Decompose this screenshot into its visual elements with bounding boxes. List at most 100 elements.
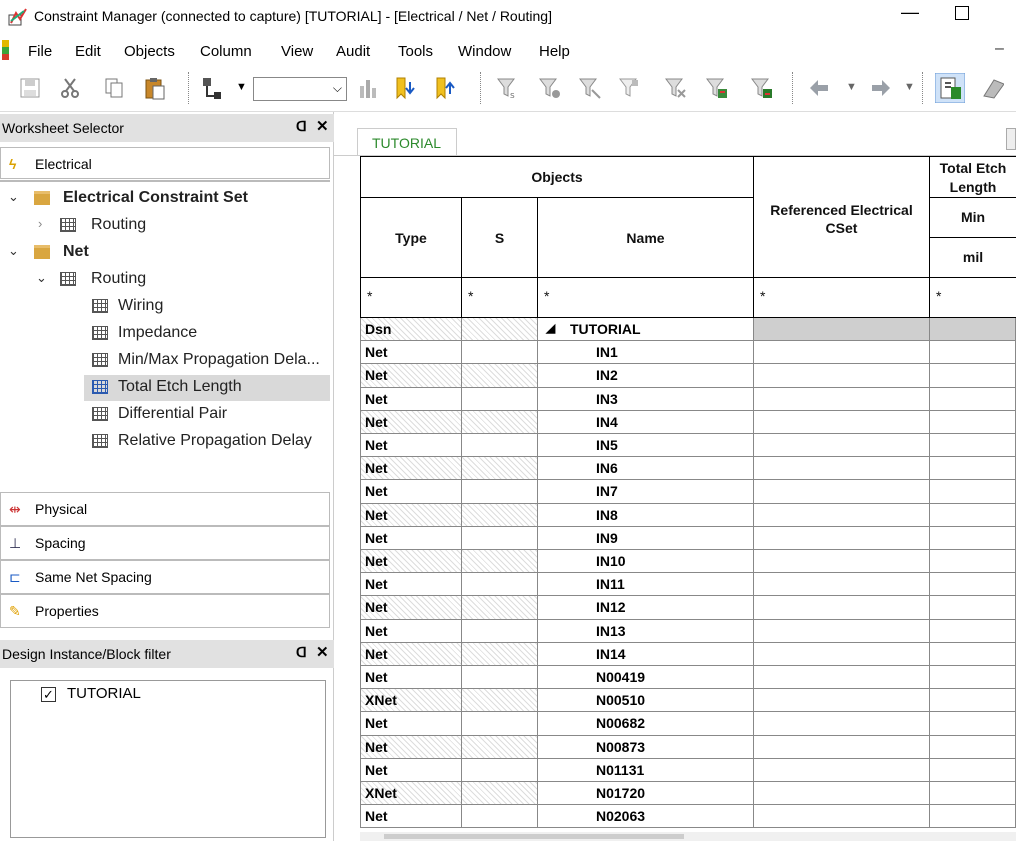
s-cell[interactable] [462, 526, 538, 550]
ref-cset-cell[interactable] [754, 410, 930, 434]
category-electrical[interactable]: ϟ Electrical [0, 147, 330, 179]
menu-view[interactable]: View [281, 43, 313, 60]
category-same-net-spacing[interactable]: ⊏ Same Net Spacing [0, 560, 330, 594]
paste-icon[interactable] [143, 76, 167, 100]
probe-dropdown-icon[interactable]: ▼ [236, 81, 247, 93]
filter-c-icon[interactable] [664, 76, 688, 100]
filter-e-icon[interactable] [750, 76, 774, 100]
table-row[interactable]: Net N00873 [360, 735, 1016, 759]
name-cell[interactable]: IN5 [538, 434, 754, 458]
pin-icon[interactable]: ᗡ [296, 644, 307, 661]
min-header[interactable]: Min [930, 198, 1016, 238]
filter-d-icon[interactable] [705, 76, 729, 100]
s-cell[interactable] [462, 805, 538, 829]
s-cell[interactable] [462, 410, 538, 434]
min-filter[interactable]: * [930, 278, 1016, 318]
chevron-right-icon[interactable]: › [38, 216, 42, 231]
type-cell[interactable]: Net [360, 550, 462, 574]
worksheet-total-etch-length[interactable]: Total Etch Length [84, 375, 330, 401]
name-cell[interactable]: ◢ TUTORIAL [538, 318, 754, 342]
type-cell[interactable]: Net [360, 712, 462, 736]
min-cell[interactable] [930, 364, 1016, 388]
min-cell[interactable] [930, 480, 1016, 504]
forward-arrow-icon[interactable] [868, 76, 892, 100]
table-row[interactable]: Net IN1 [360, 341, 1016, 365]
name-cell[interactable]: IN3 [538, 387, 754, 411]
worksheet-relative-propagation-delay[interactable]: Relative Propagation Delay [84, 429, 330, 455]
name-cell[interactable]: N02063 [538, 805, 754, 829]
table-row[interactable]: Net IN7 [360, 480, 1016, 504]
s-cell[interactable] [462, 642, 538, 666]
referenced-cset-header[interactable]: Referenced Electrical CSet [754, 156, 930, 278]
min-cell[interactable] [930, 666, 1016, 690]
s-cell[interactable] [462, 712, 538, 736]
ref-cset-cell[interactable] [754, 666, 930, 690]
name-cell[interactable]: IN7 [538, 480, 754, 504]
ref-cset-filter[interactable]: * [754, 278, 930, 318]
name-cell[interactable]: IN10 [538, 550, 754, 574]
type-cell[interactable]: Net [360, 573, 462, 597]
ref-cset-cell[interactable] [754, 387, 930, 411]
table-row[interactable]: Net N00419 [360, 666, 1016, 690]
s-cell[interactable] [462, 758, 538, 782]
min-cell[interactable] [930, 689, 1016, 713]
table-row[interactable]: Net IN5 [360, 434, 1016, 458]
name-filter[interactable]: * [538, 278, 754, 318]
s-cell[interactable] [462, 434, 538, 458]
s-cell[interactable] [462, 480, 538, 504]
min-cell[interactable] [930, 596, 1016, 620]
toolbar-combo-box[interactable]: ⌵ [253, 77, 347, 101]
min-cell[interactable] [930, 457, 1016, 481]
name-cell[interactable]: N01131 [538, 758, 754, 782]
ref-cset-cell[interactable] [754, 735, 930, 759]
ref-cset-cell[interactable] [754, 457, 930, 481]
name-cell[interactable]: N00510 [538, 689, 754, 713]
s-cell[interactable] [462, 689, 538, 713]
table-row[interactable]: Net IN10 [360, 550, 1016, 574]
type-cell[interactable]: Net [360, 410, 462, 434]
s-cell[interactable] [462, 364, 538, 388]
type-cell[interactable]: Net [360, 758, 462, 782]
ref-cset-cell[interactable] [754, 782, 930, 806]
category-properties[interactable]: ✎ Properties [0, 594, 330, 628]
type-cell[interactable]: Net [360, 341, 462, 365]
chart-icon[interactable] [357, 76, 381, 100]
name-cell[interactable]: IN1 [538, 341, 754, 365]
mdi-minimize-button[interactable]: – [995, 40, 1004, 58]
type-cell[interactable]: Net [360, 526, 462, 550]
chevron-down-icon[interactable]: ⌄ [8, 189, 19, 205]
min-cell[interactable] [930, 619, 1016, 643]
table-row[interactable]: Net N00682 [360, 712, 1016, 736]
ref-cset-cell[interactable] [754, 526, 930, 550]
tree-node-net[interactable]: ⌄ Net [8, 240, 330, 266]
table-row[interactable]: Dsn ◢ TUTORIAL [360, 318, 1016, 342]
min-cell[interactable] [930, 735, 1016, 759]
back-arrow-icon[interactable] [808, 76, 832, 100]
menu-objects[interactable]: Objects [124, 43, 175, 60]
s-cell[interactable] [462, 341, 538, 365]
min-cell[interactable] [930, 573, 1016, 597]
bookmark-up-icon[interactable] [434, 76, 458, 100]
filter-clear-icon[interactable] [538, 76, 562, 100]
category-spacing[interactable]: ⊥ Spacing [0, 526, 330, 560]
next-icon[interactable] [980, 76, 1004, 100]
table-row[interactable]: Net IN8 [360, 503, 1016, 527]
worksheet-differential-pair[interactable]: Differential Pair [84, 402, 330, 428]
name-cell[interactable]: N00419 [538, 666, 754, 690]
forward-dropdown-icon[interactable]: ▼ [904, 81, 915, 93]
type-cell[interactable]: Net [360, 457, 462, 481]
tree-node-electrical-constraint-set[interactable]: ⌄ Electrical Constraint Set [8, 186, 330, 212]
table-row[interactable]: Net IN6 [360, 457, 1016, 481]
table-row[interactable]: Net IN13 [360, 619, 1016, 643]
ref-cset-cell[interactable] [754, 480, 930, 504]
s-cell[interactable] [462, 666, 538, 690]
type-header[interactable]: Type [360, 198, 462, 278]
ref-cset-cell[interactable] [754, 712, 930, 736]
type-cell[interactable]: Net [360, 642, 462, 666]
type-cell[interactable]: Net [360, 364, 462, 388]
filter-icon[interactable]: s [496, 76, 520, 100]
name-cell[interactable]: IN11 [538, 573, 754, 597]
table-row[interactable]: Net IN11 [360, 573, 1016, 597]
min-cell[interactable] [930, 526, 1016, 550]
chevron-down-icon[interactable]: ⌄ [36, 270, 47, 286]
